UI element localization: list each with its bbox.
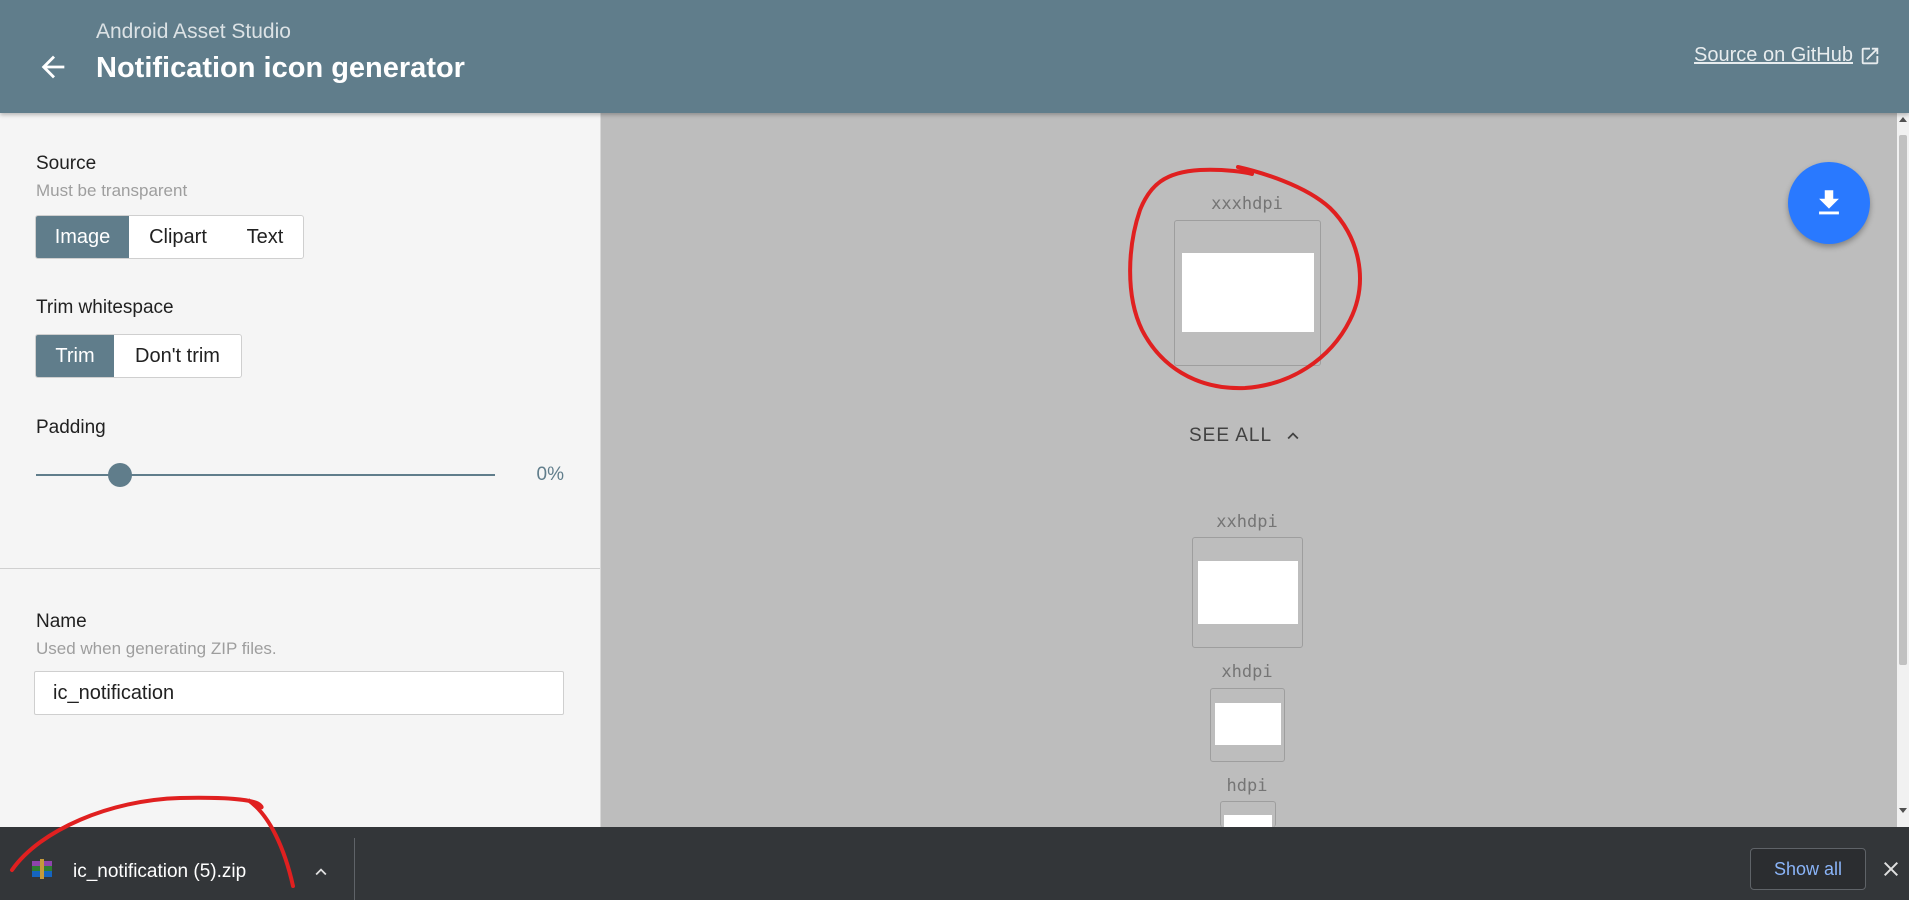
section-divider <box>0 568 600 569</box>
density-label-hdpi: hdpi <box>1226 776 1268 796</box>
download-file-name[interactable]: ic_notification (5).zip <box>73 861 246 883</box>
see-all-toggle[interactable]: SEE ALL <box>1189 425 1304 447</box>
show-all-button[interactable]: Show all <box>1750 848 1866 890</box>
arrow-back-icon[interactable] <box>36 50 70 84</box>
source-option-text[interactable]: Text <box>227 216 303 258</box>
chevron-up-icon[interactable] <box>310 861 332 888</box>
trim-option-dont-trim[interactable]: Don't trim <box>114 335 241 377</box>
page-title: Notification icon generator <box>96 52 465 84</box>
see-all-label[interactable]: SEE ALL <box>1189 425 1272 447</box>
padding-slider-thumb[interactable] <box>108 463 132 487</box>
name-input[interactable] <box>34 671 564 715</box>
icon-preview-xhdpi <box>1215 703 1281 745</box>
scrollbar-thumb[interactable] <box>1899 135 1907 665</box>
name-label: Name <box>36 611 87 632</box>
close-icon[interactable] <box>1879 857 1903 886</box>
icon-preview-hdpi <box>1224 815 1272 827</box>
padding-value: 0% <box>536 464 564 485</box>
github-link-label[interactable]: Source on GitHub <box>1694 44 1853 67</box>
chevron-up-icon <box>1287 432 1299 440</box>
scroll-up-arrow-icon[interactable] <box>1898 115 1908 123</box>
scroll-down-arrow-icon[interactable] <box>1898 807 1908 815</box>
github-link[interactable]: Source on GitHub <box>1694 44 1881 67</box>
source-option-image[interactable]: Image <box>36 216 129 258</box>
download-shelf <box>0 827 1909 900</box>
icon-preview-xxxhdpi <box>1182 253 1314 332</box>
source-label: Source <box>36 153 97 174</box>
icon-preview-xxhdpi <box>1198 561 1298 624</box>
download-button[interactable] <box>1788 162 1870 244</box>
density-label-xxxhdpi: xxxhdpi <box>1211 194 1283 214</box>
density-label-xxhdpi: xxhdpi <box>1216 512 1278 532</box>
density-label-xhdpi: xhdpi <box>1221 662 1273 682</box>
trim-label: Trim whitespace <box>36 297 174 318</box>
padding-slider-track[interactable] <box>36 474 495 476</box>
app-header: Android Asset Studio Notification icon g… <box>0 0 1909 113</box>
shelf-separator <box>354 838 355 900</box>
download-icon <box>1819 190 1839 215</box>
padding-label: Padding <box>36 417 106 438</box>
trim-option-trim[interactable]: Trim <box>36 335 114 377</box>
app-name: Android Asset Studio <box>96 20 291 43</box>
source-option-clipart[interactable]: Clipart <box>129 216 227 258</box>
source-hint: Must be transparent <box>36 181 188 200</box>
trim-segmented-control: Trim Don't trim <box>35 334 242 378</box>
open-in-new-icon <box>1861 47 1879 64</box>
archive-file-icon <box>30 857 54 886</box>
name-hint: Used when generating ZIP files. <box>36 639 277 658</box>
source-segmented-control: Image Clipart Text <box>35 215 304 259</box>
